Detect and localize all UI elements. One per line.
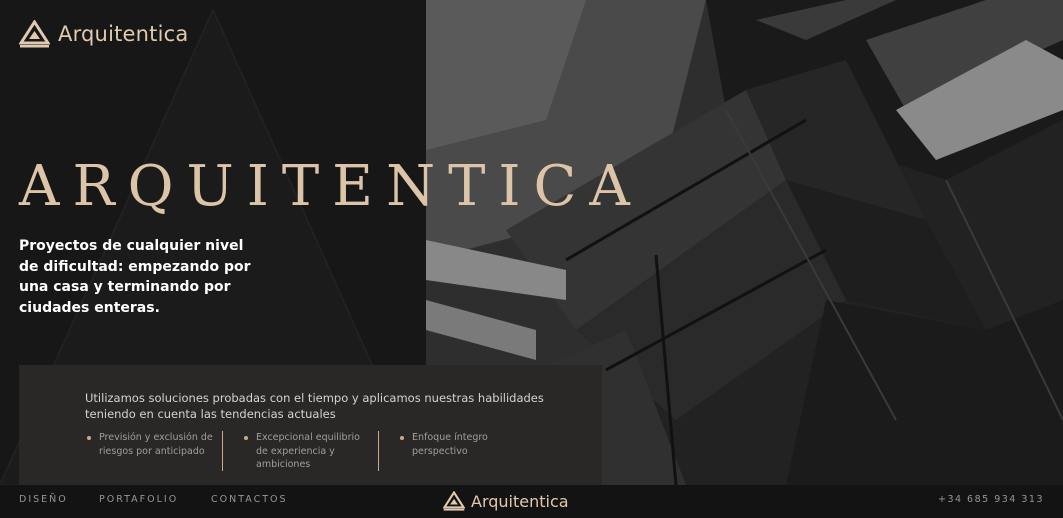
brand-name: Arquitentica: [58, 22, 189, 46]
feature-text: Enfoque íntegro perspectivo: [412, 432, 488, 457]
nav-link-diseno[interactable]: DISEÑO: [19, 494, 68, 505]
nav-link-contactos[interactable]: CONTACTOS: [211, 494, 288, 505]
info-heading: Utilizamos soluciones probadas con el ti…: [85, 391, 544, 421]
dot-icon: [87, 436, 91, 440]
nav-link-portafolio[interactable]: PORTAFOLIO: [99, 494, 178, 505]
feature-text: Excepcional equilibrio de experiencia y …: [256, 432, 360, 470]
feature-divider: [222, 431, 223, 471]
hero-subtitle: Proyectos de cualquier nivel de dificult…: [19, 238, 251, 316]
footer-brand-name: Arquitentica: [471, 491, 569, 511]
footer-bar: DISEÑO PORTAFOLIO CONTACTOS Arquitentica…: [0, 485, 1063, 518]
a-triangle-logo-icon: [443, 491, 465, 511]
footer-brand-logo[interactable]: Arquitentica: [443, 491, 569, 511]
dot-icon: [244, 436, 248, 440]
brand-logo[interactable]: Arquitentica: [19, 20, 188, 48]
info-panel: Utilizamos soluciones probadas con el ti…: [19, 365, 602, 485]
hero-title: ARQUITENTICA: [19, 154, 643, 219]
feature-text: Previsión y exclusión de riesgos por ant…: [99, 432, 213, 457]
phone-link[interactable]: +34 685 934 313: [938, 494, 1044, 505]
dot-icon: [400, 436, 404, 440]
feature-divider: [378, 431, 379, 471]
a-triangle-logo-icon: [19, 20, 50, 48]
